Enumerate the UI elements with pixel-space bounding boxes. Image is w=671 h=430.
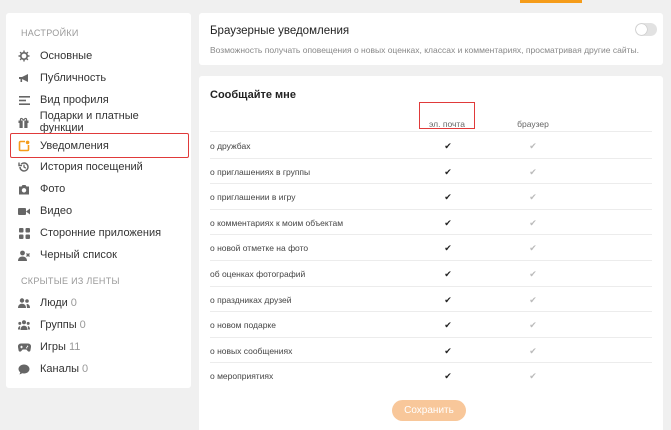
sidebar-item-photo[interactable]: Фото [15,178,183,200]
row-divider [210,336,652,338]
sidebar-item-hidden-channels[interactable]: Каналы 0 [15,358,183,380]
notify-row-label: о приглашении в игру [210,192,296,203]
email-checkbox[interactable]: ✔ [444,295,452,304]
sidebar-item-label: Сторонние приложения [40,227,162,239]
notify-row-label: о новых сообщениях [210,345,293,356]
profile-view-icon [17,93,31,107]
row-divider [210,157,652,159]
column-header-browser: браузер [517,119,549,129]
sidebar-item-label: Уведомления [40,139,109,152]
email-checkbox[interactable]: ✔ [444,193,452,202]
sidebar-item-publicity[interactable]: Публичность [15,67,183,89]
gift-icon [17,115,31,129]
people-icon [17,296,31,310]
sidebar-item-visit-history[interactable]: История посещений [15,156,183,178]
hidden-count: 0 [79,319,86,331]
row-divider [210,311,652,313]
row-divider [210,362,652,364]
email-checkbox[interactable]: ✔ [444,167,452,176]
hidden-count: 11 [68,341,81,353]
channels-icon [17,362,31,376]
browser-checkbox[interactable]: ✔ [529,372,537,381]
sidebar-item-label: Фото [40,183,66,195]
settings-sidebar: НАСТРОЙКИ Основные Публичность Вид профи… [6,13,191,388]
row-divider [210,260,652,261]
sidebar-item-profile-view[interactable]: Вид профиля [15,89,183,111]
browser-checkbox[interactable]: ✔ [529,244,537,253]
email-checkbox[interactable]: ✔ [444,321,452,330]
sidebar-item-label: Группы [40,319,77,331]
notify-row-label: о дружбах [210,141,251,151]
notify-title: Сообщайте мне [210,89,296,101]
groups-icon [17,318,31,332]
sidebar-item-notifications[interactable]: Уведомления [10,133,189,158]
browser-notifications-toggle[interactable] [635,23,657,36]
notify-row-label: о новом подарке [210,320,276,331]
row-divider [210,234,652,236]
sidebar-item-hidden-groups[interactable]: Группы 0 [15,314,183,336]
browser-checkbox[interactable]: ✔ [529,321,537,330]
notify-row-label: о праздниках друзей [210,294,292,305]
notify-settings-panel: Сообщайте мне эл. почта браузер о дружба… [199,76,663,430]
sidebar-item-label: Каналы [40,363,80,375]
active-tab-indicator [520,0,582,3]
email-checkbox[interactable]: ✔ [444,270,452,279]
gear-icon [17,49,31,63]
row-divider [210,285,652,287]
browser-checkbox[interactable]: ✔ [529,295,537,304]
browser-notifications-panel: Браузерные уведомления Возможность получ… [199,13,663,65]
email-checkbox[interactable]: ✔ [444,142,452,151]
video-icon [17,204,31,218]
notify-row-label: о новой отметке на фото [210,243,309,254]
gamepad-icon [17,340,31,354]
save-button[interactable]: Сохранить [392,400,466,421]
notification-icon [17,139,31,153]
browser-checkbox[interactable]: ✔ [529,270,537,279]
sidebar-item-hidden-games[interactable]: Игры 11 [15,336,183,358]
camera-icon [17,182,31,196]
email-checkbox[interactable]: ✔ [444,218,452,227]
hidden-count: 0 [82,363,89,375]
notify-row-label: о приглашениях в группы [210,166,311,177]
sidebar-item-gifts[interactable]: Подарки и платные функции [15,110,183,134]
sidebar-item-label: История посещений [40,161,143,173]
sidebar-item-label: Видео [40,205,73,217]
sidebar-item-main[interactable]: Основные [15,45,183,67]
section-title-settings: НАСТРОЙКИ [21,28,79,38]
sidebar-item-label: Игры [40,341,66,353]
browser-checkbox[interactable]: ✔ [529,218,537,227]
sidebar-item-blacklist[interactable]: Черный список [15,244,183,266]
sidebar-item-label: Основные [40,50,93,62]
sidebar-item-label: Подарки и платные функции [39,110,139,134]
email-checkbox[interactable]: ✔ [444,244,452,253]
sidebar-item-hidden-people[interactable]: Люди 0 [15,292,183,314]
section-title-hidden: СКРЫТЫЕ ИЗ ЛЕНТЫ [21,276,120,286]
sidebar-item-video[interactable]: Видео [15,200,183,222]
browser-checkbox[interactable]: ✔ [529,142,537,151]
header-divider [210,131,652,132]
row-divider [210,183,652,185]
sidebar-item-third-party-apps[interactable]: Сторонние приложения [15,222,183,244]
apps-icon [17,226,31,240]
email-checkbox[interactable]: ✔ [444,372,452,381]
blacklist-icon [17,248,31,262]
notify-row-label: о мероприятиях [210,371,274,382]
browser-checkbox[interactable]: ✔ [529,193,537,202]
sidebar-item-label: Публичность [40,72,107,84]
column-header-email: эл. почта [429,119,465,129]
notify-row-label: о комментариях к моим объектам [210,217,344,228]
sidebar-item-label: Вид профиля [40,94,109,106]
hidden-count: 0 [70,297,77,309]
history-icon [17,160,31,174]
browser-notifications-title: Браузерные уведомления [210,25,350,37]
browser-checkbox[interactable]: ✔ [529,167,537,176]
notify-row-label: об оценках фотографий [210,269,306,279]
sidebar-item-label: Черный список [40,249,117,261]
browser-checkbox[interactable]: ✔ [529,346,537,355]
megaphone-icon [17,71,31,85]
email-checkbox[interactable]: ✔ [444,346,452,355]
sidebar-item-label: Люди [40,297,68,309]
browser-notifications-description: Возможность получать оповещения о новых … [210,45,639,55]
row-divider [210,208,652,210]
